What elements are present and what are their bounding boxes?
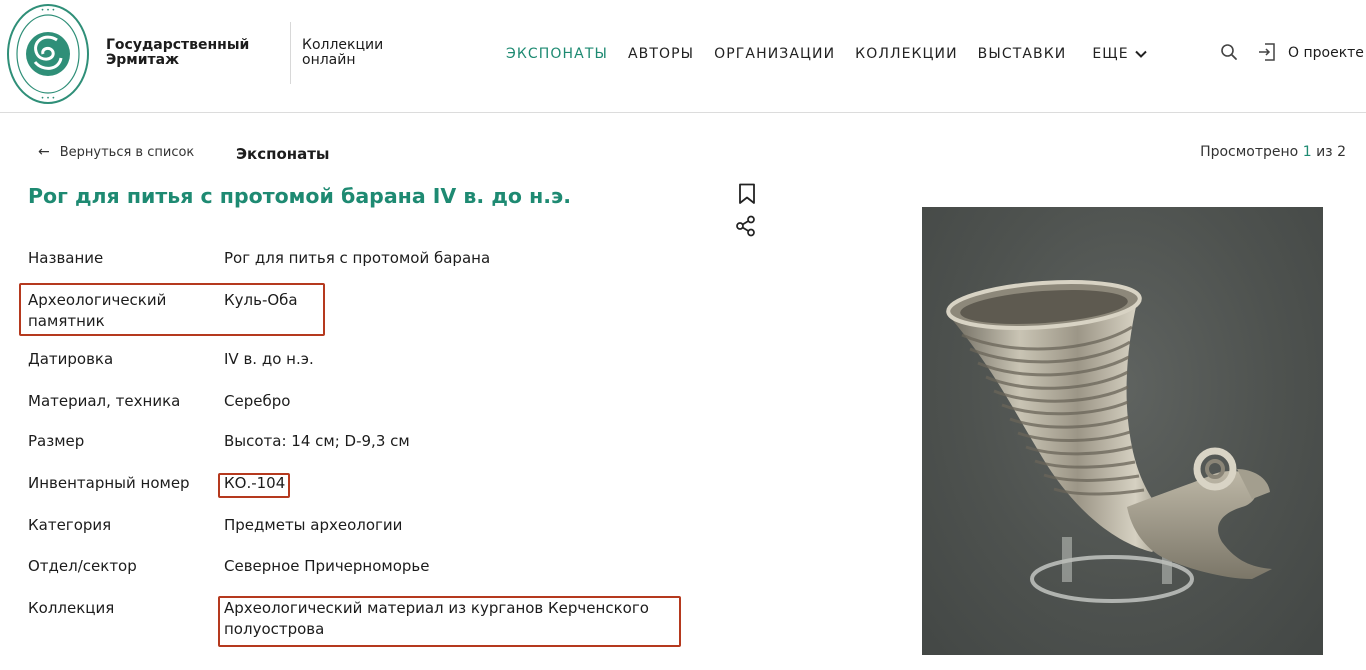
exhibit-image[interactable]	[922, 207, 1323, 655]
viewed-current: 1	[1302, 144, 1312, 160]
nav-exhibits[interactable]: ЭКСПОНАТЫ	[506, 46, 608, 62]
nav-organizations[interactable]: ОРГАНИЗАЦИИ	[714, 46, 835, 62]
prop-value-name: Рог для питья с протомой барана	[224, 249, 491, 267]
prop-label-inventory: Инвентарный номер	[28, 474, 190, 492]
nav-exhibitions[interactable]: ВЫСТАВКИ	[978, 46, 1067, 62]
login-icon[interactable]	[1257, 42, 1277, 62]
viewed-counter: Просмотрено 1 из 2	[1200, 144, 1346, 160]
back-to-list-link[interactable]: ← Вернуться в список	[38, 144, 194, 160]
brand-title[interactable]: Государственный Эрмитаж	[106, 38, 249, 68]
nav-more-label: ЕЩЕ	[1092, 46, 1129, 62]
brand-line-2: Эрмитаж	[106, 52, 180, 68]
svg-text:• • •: • • •	[41, 7, 55, 14]
header-divider	[290, 22, 291, 84]
back-label: Вернуться в список	[59, 144, 195, 160]
arrow-left-icon: ←	[38, 144, 50, 160]
rhyton-illustration	[946, 280, 1272, 603]
highlight-box-collection	[218, 596, 681, 647]
highlight-box-inventory	[218, 473, 290, 498]
chevron-down-icon	[1134, 50, 1147, 58]
breadcrumb[interactable]: Экспонаты	[236, 145, 330, 163]
prop-value-size: Высота: 14 см; D-9,3 см	[224, 432, 410, 450]
viewed-total: 2	[1337, 144, 1346, 160]
prop-label-name: Название	[28, 249, 104, 267]
prop-value-material: Серебро	[224, 392, 291, 410]
prop-value-category[interactable]: Предметы археологии	[224, 515, 402, 536]
viewed-sep: из	[1316, 144, 1333, 160]
nav-authors[interactable]: АВТОРЫ	[628, 46, 694, 62]
prop-label-department: Отдел/сектор	[28, 557, 137, 575]
svg-text:• • •: • • •	[41, 95, 55, 102]
hermitage-logo[interactable]: • • • • • •	[5, 2, 91, 106]
about-project-link[interactable]: О проекте	[1288, 45, 1364, 61]
prop-label-dating: Датировка	[28, 350, 114, 368]
nav-more[interactable]: ЕЩЕ	[1092, 46, 1147, 62]
section-line-1: Коллекции	[302, 37, 384, 53]
section-line-2: онлайн	[302, 52, 356, 68]
brand-line-1: Государственный	[106, 37, 250, 53]
prop-value-dating: IV в. до н.э.	[224, 350, 314, 368]
site-header: • • • • • • Государственный Эрмитаж Колл…	[0, 0, 1366, 113]
prop-value-department[interactable]: Северное Причерноморье	[224, 556, 430, 577]
share-icon[interactable]	[735, 215, 757, 237]
highlight-box-site	[19, 283, 325, 336]
bookmark-icon[interactable]	[738, 183, 756, 205]
nav-collections[interactable]: КОЛЛЕКЦИИ	[855, 46, 958, 62]
prop-label-material: Материал, техника	[28, 392, 181, 410]
prop-label-category: Категория	[28, 516, 112, 534]
search-icon[interactable]	[1220, 43, 1238, 61]
prop-label-size: Размер	[28, 432, 85, 450]
main-nav: ЭКСПОНАТЫ АВТОРЫ ОРГАНИЗАЦИИ КОЛЛЕКЦИИ В…	[506, 45, 1167, 63]
section-title[interactable]: Коллекции онлайн	[302, 38, 383, 68]
prop-label-collection: Коллекция	[28, 599, 115, 617]
viewed-prefix: Просмотрено	[1200, 144, 1299, 160]
page-title: Рог для питья с протомой барана IV в. до…	[28, 184, 571, 208]
